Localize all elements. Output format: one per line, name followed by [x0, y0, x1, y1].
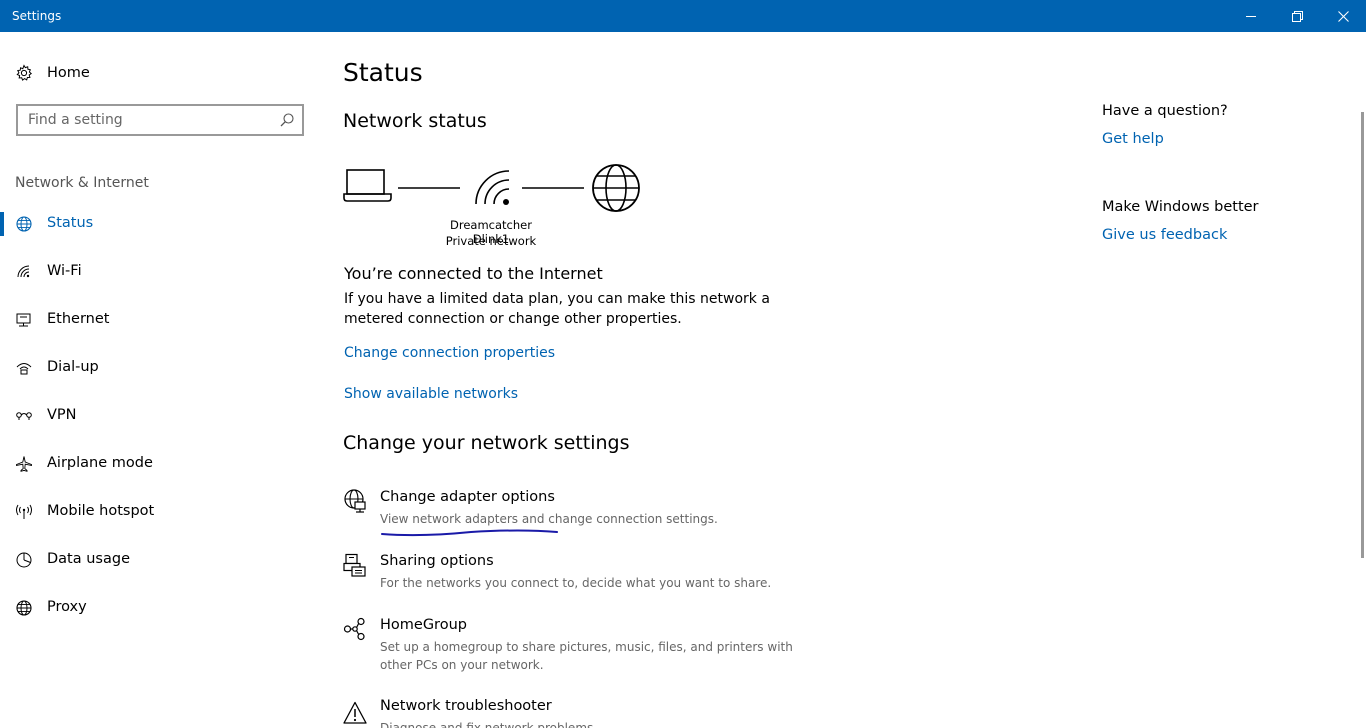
setting-description: View network adapters and change connect… — [380, 512, 718, 526]
change-settings-heading: Change your network settings — [343, 432, 630, 454]
gear-icon — [16, 64, 33, 81]
connection-status-description: If you have a limited data plan, you can… — [344, 291, 770, 327]
sidebar-item-mobile-hotspot[interactable]: Mobile hotspot — [0, 492, 320, 532]
sidebar-item-label: Wi-Fi — [47, 263, 82, 279]
sidebar-item-data-usage[interactable]: Data usage — [0, 540, 320, 580]
hotspot-icon — [16, 504, 32, 519]
minimize-icon — [1246, 16, 1256, 17]
get-help-link[interactable]: Get help — [1102, 131, 1164, 147]
sidebar: Home Network & Internet Status Wi-Fi — [0, 32, 320, 728]
ethernet-icon — [16, 313, 31, 327]
minimize-button[interactable] — [1228, 0, 1274, 32]
vpn-icon — [16, 412, 32, 420]
internet-globe-icon — [592, 164, 640, 212]
title-bar: Settings — [0, 0, 1366, 32]
change-adapter-options[interactable]: Change adapter options View network adap… — [343, 489, 803, 533]
restore-button[interactable] — [1274, 0, 1320, 32]
wifi-icon — [17, 265, 30, 278]
data-usage-icon — [16, 552, 32, 568]
setting-description: For the networks you connect to, decide … — [380, 576, 772, 590]
section-title: Network & Internet — [15, 175, 149, 191]
search-input[interactable] — [18, 106, 268, 134]
sidebar-item-dialup[interactable]: Dial-up — [0, 348, 320, 388]
scrollbar[interactable] — [1361, 112, 1364, 558]
sidebar-item-status[interactable]: Status — [0, 204, 320, 244]
connection-status-title: You’re connected to the Internet — [344, 264, 603, 283]
restore-icon — [1291, 10, 1303, 22]
sidebar-item-ethernet[interactable]: Ethernet — [0, 300, 320, 340]
setting-description: Set up a homegroup to share pictures, mu… — [380, 640, 793, 672]
close-icon — [1337, 10, 1349, 22]
network-status-heading: Network status — [343, 110, 487, 132]
close-button[interactable] — [1320, 0, 1366, 32]
airplane-icon — [16, 456, 32, 472]
homegroup-icon — [343, 617, 365, 641]
sidebar-item-label: VPN — [47, 407, 77, 423]
give-feedback-link[interactable]: Give us feedback — [1102, 227, 1227, 243]
globe-icon — [16, 216, 32, 232]
sidebar-item-label: Proxy — [47, 599, 87, 615]
search-icon[interactable] — [279, 112, 295, 128]
setting-description: Diagnose and fix network problems. — [380, 721, 598, 728]
sidebar-item-label: Data usage — [47, 551, 130, 567]
main-content: Status Network status Dreamcatcher Dlink… — [343, 32, 1063, 728]
sharing-icon — [343, 553, 366, 577]
sharing-options[interactable]: Sharing options For the networks you con… — [343, 553, 803, 597]
adapter-icon — [344, 489, 366, 513]
proxy-icon — [16, 600, 32, 616]
sidebar-item-vpn[interactable]: VPN — [0, 396, 320, 436]
page-title: Status — [343, 58, 423, 87]
sidebar-item-wifi[interactable]: Wi-Fi — [0, 252, 320, 292]
setting-title: HomeGroup — [380, 617, 467, 633]
sidebar-item-proxy[interactable]: Proxy — [0, 588, 320, 628]
network-type: Private network — [445, 234, 537, 248]
setting-title: Network troubleshooter — [380, 698, 552, 714]
home-nav-item[interactable]: Home — [15, 62, 90, 84]
laptop-icon — [343, 169, 392, 202]
show-available-networks-link[interactable]: Show available networks — [344, 386, 518, 402]
annotation-underline — [381, 529, 558, 537]
sidebar-item-airplane-mode[interactable]: Airplane mode — [0, 444, 320, 484]
dialup-icon — [16, 363, 32, 375]
make-windows-better-heading: Make Windows better — [1102, 199, 1259, 215]
sidebar-item-label: Ethernet — [47, 311, 110, 327]
network-diagram-graphic — [343, 164, 640, 212]
selection-indicator — [0, 212, 4, 236]
sidebar-item-label: Mobile hotspot — [47, 503, 155, 519]
sidebar-item-label: Dial-up — [47, 359, 99, 375]
setting-title: Sharing options — [380, 553, 494, 569]
setting-title: Change adapter options — [380, 489, 555, 505]
search-box[interactable] — [16, 104, 304, 136]
network-diagram: Dreamcatcher Dlink1 Private network — [343, 160, 653, 250]
window-title: Settings — [12, 9, 62, 23]
sidebar-item-label: Airplane mode — [47, 455, 153, 471]
sidebar-item-label: Status — [47, 215, 94, 231]
question-heading: Have a question? — [1102, 103, 1228, 119]
homegroup[interactable]: HomeGroup Set up a homegroup to share pi… — [343, 617, 803, 679]
network-troubleshooter[interactable]: Network troubleshooter Diagnose and fix … — [343, 698, 803, 728]
warning-icon — [343, 701, 367, 724]
change-connection-properties-link[interactable]: Change connection properties — [344, 345, 555, 361]
home-label: Home — [47, 65, 90, 81]
wifi-router-icon — [475, 170, 510, 205]
